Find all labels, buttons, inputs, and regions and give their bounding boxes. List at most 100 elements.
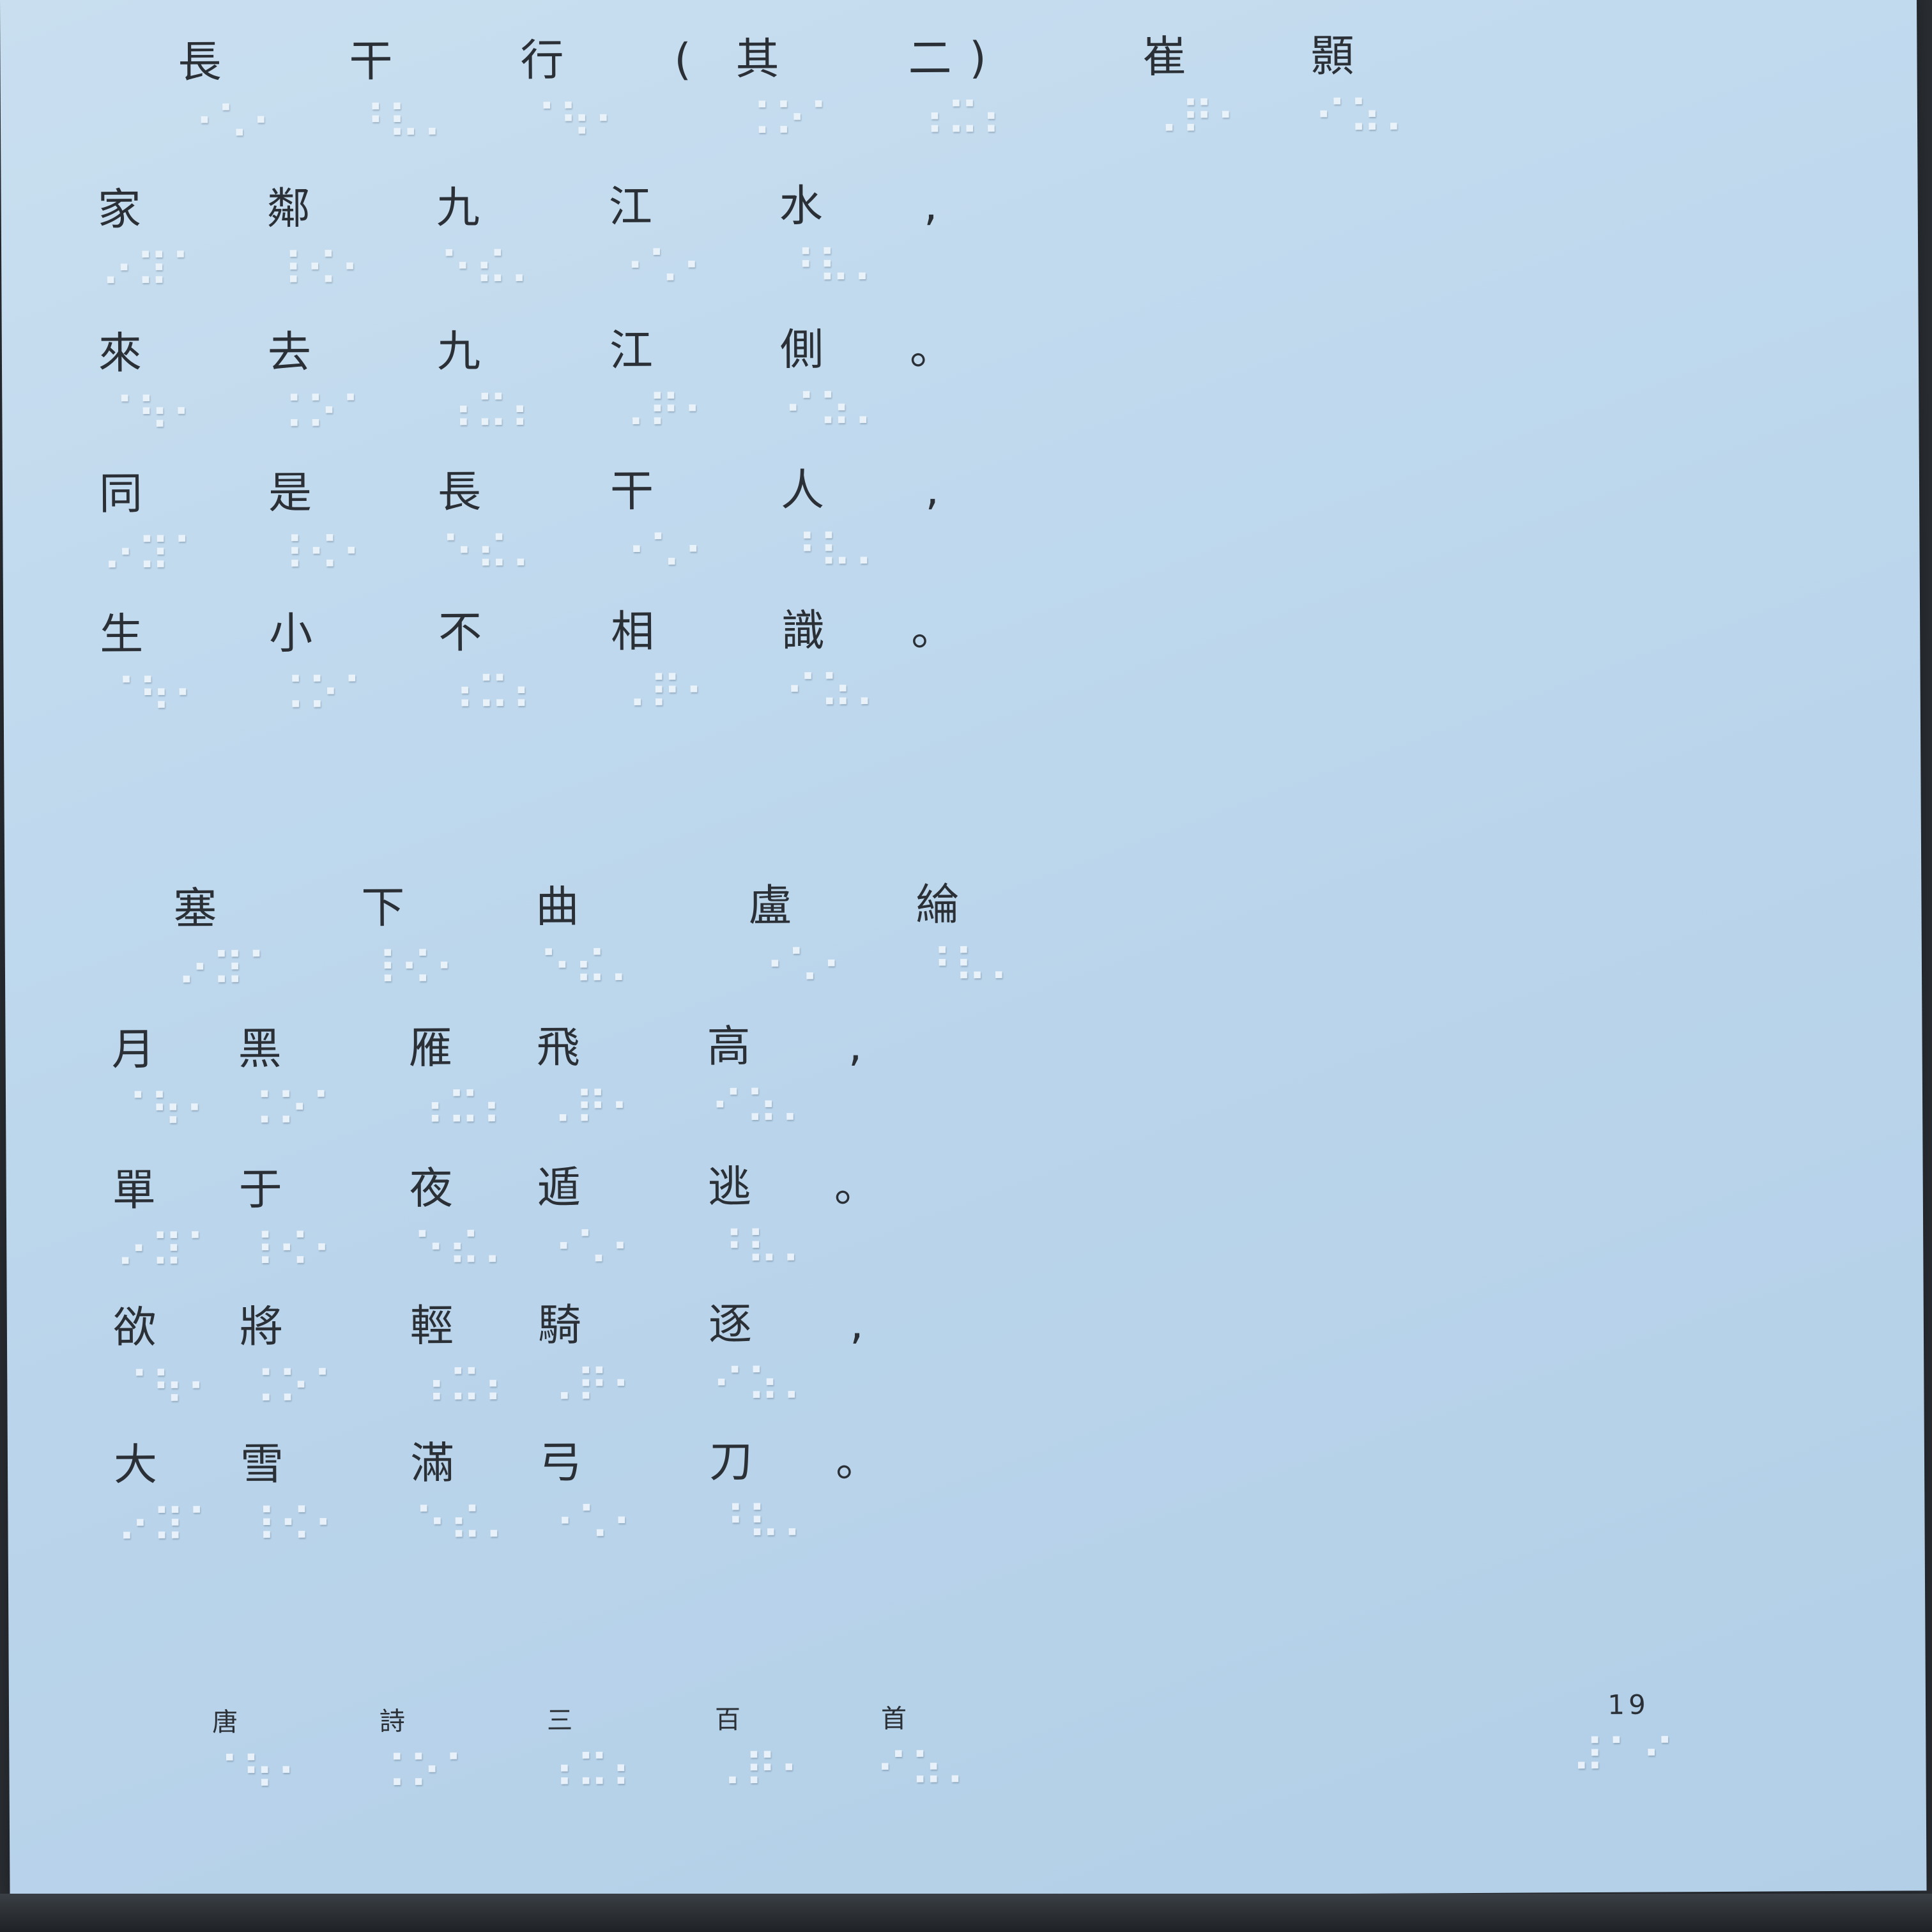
braille-dots-icon: ⠊⠵⠄	[784, 664, 890, 719]
poem1-line-char: 人	[780, 465, 825, 516]
page-number: 19	[1607, 1689, 1650, 1721]
braille-dots-icon: ⠊⠵⠄	[709, 1080, 815, 1135]
poem2-line-char: 于	[238, 1164, 282, 1216]
braille-dots-icon: ⠐⠡⠂	[541, 1496, 647, 1551]
braille-dots-icon: ⠰⠭⠆	[413, 1360, 518, 1414]
braille-dots-icon: ⠔⠽⠁	[100, 243, 206, 298]
braille-dots-icon: ⠈⠳⠂	[102, 668, 208, 723]
braille-dots-icon: ⠑⠮⠄	[412, 1222, 518, 1277]
braille-dots-icon: ⠘⠧⠄	[351, 95, 457, 150]
braille-dots-icon: ⠑⠮⠄	[440, 526, 546, 581]
braille-dots-icon: ⠨⠕⠁	[272, 667, 378, 722]
poem1-title-char: 崔	[1142, 32, 1186, 83]
poem2-line-char: 飛	[536, 1022, 580, 1073]
poem2-line-char: 逃	[707, 1162, 751, 1213]
poem2-line-char: 欲	[112, 1302, 157, 1354]
poem1-line: 來 ⠈⠳⠂ 去 ⠨⠕⠁ 九 ⠰⠭⠆ 江 ⠠⠟⠂ 側 ⠊⠵⠄ 。	[2, 316, 1919, 454]
poem2-title-char: 盧	[748, 880, 792, 931]
braille-dots-icon: ⠘⠧⠄	[918, 939, 1024, 993]
braille-dots-icon: ⠨⠕⠁	[242, 1361, 348, 1416]
poem1-title-char: )	[969, 33, 986, 84]
poem1-line-char: 生	[99, 609, 144, 661]
poem1-title-char: 其	[735, 34, 779, 85]
poem2-line-char: 逐	[708, 1299, 753, 1351]
poem2-line-char: 雪	[240, 1439, 284, 1491]
braille-dots-icon: ⠠⠟⠂	[612, 385, 717, 439]
poem2-line-char: 遁	[537, 1163, 581, 1214]
poem2-line-char: 輕	[410, 1301, 454, 1352]
poem2-line-char: 單	[112, 1165, 156, 1216]
poem2-line-char: ,	[848, 1020, 862, 1072]
poem1-line-char: 不	[438, 608, 482, 659]
poem2-line: 欲 ⠈⠳⠂ 將 ⠨⠕⠁ 輕 ⠰⠭⠆ 騎 ⠠⠟⠂ 逐 ⠊⠵⠄,	[7, 1290, 1924, 1428]
poem2-title-char: 塞	[173, 884, 217, 935]
poem1-line-char: 是	[268, 468, 312, 519]
poem1-line-char: 江	[609, 325, 654, 377]
braille-dots-icon: ⠊⠵⠄	[711, 1358, 816, 1413]
poem1-line-char: 家	[97, 184, 141, 236]
poem2-line-char: 黑	[238, 1023, 282, 1075]
braille-dots-icon: ⠑⠮⠄	[438, 241, 544, 296]
poem1-line: 家 ⠔⠽⠁ 鄰 ⠸⠪⠂ 九 ⠑⠮⠄ 江 ⠐⠡⠂ 水 ⠘⠧⠄,	[1, 172, 1918, 310]
poem1-line-char: 。	[909, 324, 954, 375]
poem1-line-char: 鄰	[266, 183, 310, 234]
braille-dots-icon: ⠐⠡⠂	[751, 940, 857, 994]
poem1-line-char: 側	[779, 325, 824, 376]
poem1-line-char: 干	[610, 466, 654, 518]
braille-dots-icon: ⠘⠧⠄	[710, 1221, 816, 1276]
braille-dots-icon: ⠑⠮⠄	[538, 940, 644, 995]
braille-dots-icon: ⠔⠽⠁	[116, 1499, 222, 1554]
poem1-line-char: 同	[98, 468, 143, 520]
poem2-line-char: 將	[239, 1301, 284, 1353]
poem2-title-char: 下	[361, 882, 405, 934]
braille-dots-icon: ⠈⠳⠂	[114, 1084, 220, 1138]
poem1-line: 同 ⠔⠽⠁ 是 ⠸⠪⠂ 長 ⠑⠮⠄ 干 ⠐⠡⠂ 人 ⠘⠧⠄,	[3, 456, 1920, 594]
poem1-line-char: 來	[98, 328, 142, 379]
poem2-line: 月 ⠈⠳⠂ 黑 ⠨⠕⠁ 雁 ⠰⠭⠆ 飛 ⠠⠟⠂ 高 ⠊⠵⠄,	[5, 1012, 1922, 1150]
braille-dots-icon: ⠘⠧⠄	[781, 240, 887, 295]
poem1-line-char: 。	[910, 605, 955, 656]
poem2-line-char: 。	[834, 1161, 878, 1213]
braille-dots-icon: ⠸⠪⠂	[241, 1223, 347, 1278]
poem1-title-char: 行	[520, 35, 564, 86]
braille-dots-icon: ⠸⠪⠂	[269, 242, 375, 297]
poem1-title-char: 長	[178, 37, 222, 88]
poem1-title: 長 ⠐⠡⠂ 干 ⠘⠧⠄ 行 ⠈⠳⠂(其 ⠨⠕⠁ 二 ⠰⠭⠆) 崔 ⠠⠟⠂ 顥 ⠊⠵⠄	[0, 25, 1917, 163]
braille-dots-icon: ⠊⠵⠄	[783, 383, 888, 438]
poem2-line-char: 夜	[409, 1163, 453, 1215]
braille-dots-icon: ⠠⠟⠂	[539, 1081, 645, 1136]
braille-dots-icon: ⠰⠭⠆	[441, 666, 547, 721]
poem2-line-char: ,	[849, 1298, 864, 1350]
braille-dots-icon: ⠨⠕⠁	[270, 386, 376, 441]
poem2-line-char: 滿	[410, 1438, 455, 1489]
poem1-line-char: 識	[781, 606, 825, 657]
braille-dots-icon: ⠈⠳⠂	[116, 1361, 221, 1416]
braille-dots-icon: ⠨⠕⠁	[240, 1083, 346, 1138]
page-number-row: 19 ⠼⠁⠊	[9, 1684, 1926, 1822]
poem1-line-char: 去	[267, 327, 312, 378]
poem1-line: 生 ⠈⠳⠂ 小 ⠨⠕⠁ 不 ⠰⠭⠆ 相 ⠠⠟⠂ 識 ⠊⠵⠄ 。	[3, 597, 1920, 735]
braille-page: 長 ⠐⠡⠂ 干 ⠘⠧⠄ 行 ⠈⠳⠂(其 ⠨⠕⠁ 二 ⠰⠭⠆) 崔 ⠠⠟⠂ 顥 ⠊⠵⠄ 家 ⠔⠽⠁ 鄰 ⠸⠪⠂ 九 ⠑…	[0, 0, 1927, 1901]
braille-dots-icon: ⠈⠳⠂	[523, 94, 629, 149]
poem1-title-char: 干	[349, 36, 393, 88]
poem1-line-char: 九	[436, 183, 480, 234]
poem1-line-char: 長	[437, 467, 482, 518]
poem2-line-char: 月	[111, 1024, 155, 1076]
braille-dots-icon: ⠊⠵⠄	[1313, 90, 1419, 145]
poem1-line-char: 水	[779, 181, 823, 232]
braille-dots-icon: ⠐⠡⠂	[180, 96, 286, 151]
braille-dots-icon: ⠐⠡⠂	[611, 241, 717, 295]
poem1-line-char: ,	[925, 464, 940, 516]
braille-dots-icon: ⠠⠟⠂	[1145, 91, 1251, 146]
poem2-line-char: 雁	[408, 1023, 452, 1074]
poem1-line-char: ,	[923, 180, 938, 231]
poem2-line-char: 。	[835, 1436, 880, 1487]
braille-dots-icon: ⠼⠁⠊	[1571, 1729, 1676, 1784]
braille-dots-icon: ⠠⠟⠂	[613, 666, 719, 720]
braille-dots-icon: ⠘⠧⠄	[783, 524, 889, 579]
braille-dots-icon: ⠐⠡⠂	[613, 525, 718, 579]
braille-dots-icon: ⠰⠭⠆	[910, 92, 1016, 147]
poem2-line: 大 ⠔⠽⠁ 雪 ⠸⠪⠂ 滿 ⠑⠮⠄ 弓 ⠐⠡⠂ 刀 ⠘⠧⠄ 。	[8, 1427, 1925, 1565]
poem1-title-char: 顥	[1310, 31, 1354, 82]
braille-dots-icon: ⠸⠪⠂	[243, 1498, 348, 1553]
